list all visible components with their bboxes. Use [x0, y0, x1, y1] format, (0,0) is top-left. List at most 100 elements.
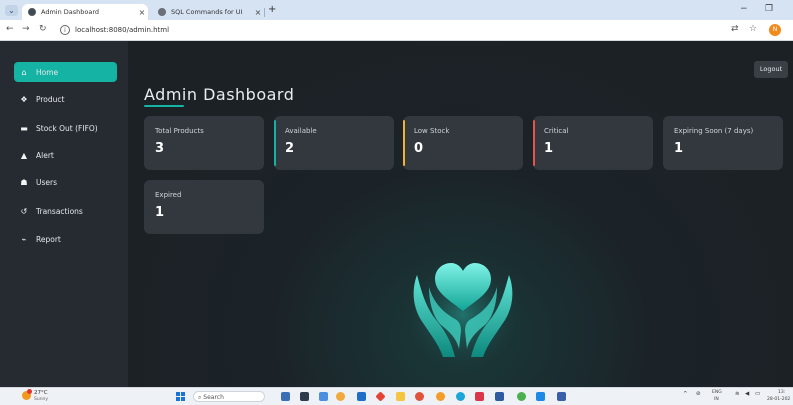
stat-card-low-stock: Low Stock 0: [403, 116, 523, 170]
stat-value: 3: [155, 141, 165, 156]
settings-app-icon[interactable]: [557, 392, 566, 401]
file-explorer-icon[interactable]: [396, 392, 405, 401]
admin-app: ⌂ Home ❖ Product ▬ Stock Out (FIFO) ▲ Al…: [0, 41, 793, 387]
stat-value: 1: [674, 141, 684, 156]
sidebar-item-product[interactable]: ❖ Product: [18, 89, 118, 109]
close-icon[interactable]: ×: [136, 8, 148, 17]
store-icon[interactable]: [357, 392, 366, 401]
sidebar-item-label: Alert: [36, 150, 54, 160]
stat-card-total-products: Total Products 3: [144, 116, 264, 170]
profile-avatar[interactable]: N: [769, 24, 781, 36]
address-bar[interactable]: i localhost:8080/admin.html: [60, 23, 730, 37]
browser-toolbar: ← → ↻ i localhost:8080/admin.html ⇄ ☆ N: [0, 20, 793, 41]
taskbar-search-label: Search: [203, 394, 224, 401]
minimize-icon[interactable]: −: [740, 4, 748, 14]
tab-admin-dashboard[interactable]: Admin Dashboard ×: [22, 4, 148, 20]
stat-card-critical: Critical 1: [533, 116, 653, 170]
weather-temperature: 27°C: [34, 390, 48, 396]
notification-badge: [27, 389, 32, 394]
page-title: Admin Dashboard: [144, 85, 295, 104]
stat-label: Expired: [155, 191, 182, 199]
stat-label: Critical: [544, 127, 569, 135]
language-bottom[interactable]: IN: [714, 397, 719, 402]
photos-icon[interactable]: [495, 392, 504, 401]
sidebar-item-label: Report: [36, 234, 61, 244]
clock-date[interactable]: 28-01-202: [767, 397, 790, 402]
wifi-icon[interactable]: ≋: [735, 391, 740, 397]
teams-icon[interactable]: [319, 392, 328, 401]
sidebar-item-label: Transactions: [36, 206, 83, 216]
battery-icon[interactable]: ▭: [755, 391, 760, 397]
tab-sql-commands[interactable]: SQL Commands for UI ×: [152, 4, 264, 20]
task-view-icon[interactable]: [300, 392, 309, 401]
site-info-icon[interactable]: i: [60, 25, 70, 35]
new-tab-icon[interactable]: +: [268, 4, 276, 15]
restore-icon[interactable]: ❐: [765, 4, 773, 14]
chevron-up-icon[interactable]: ^: [683, 391, 688, 397]
title-underline: [144, 105, 184, 107]
stat-label: Expiring Soon (7 days): [674, 127, 754, 135]
forward-icon[interactable]: →: [22, 24, 30, 34]
sidebar-item-label: Stock Out (FIFO): [36, 123, 98, 133]
sidebar: ⌂ Home ❖ Product ▬ Stock Out (FIFO) ▲ Al…: [0, 41, 128, 387]
card-accent-bar: [274, 120, 276, 166]
sidebar-item-report[interactable]: ⌁ Report: [18, 229, 118, 249]
stock-out-icon: ▬: [20, 123, 28, 133]
stat-card-expiring-soon: Expiring Soon (7 days) 1: [663, 116, 783, 170]
stat-value: 1: [155, 205, 165, 220]
sidebar-item-stock-out[interactable]: ▬ Stock Out (FIFO): [18, 118, 118, 138]
sidebar-item-label: Product: [36, 94, 65, 104]
translate-icon[interactable]: ⇄: [731, 24, 739, 34]
card-accent-bar: [403, 120, 405, 166]
os-taskbar: 27°C Sunny ⌕ Search ^ ⊘ ENG IN ≋ ◀ ▭ 13:…: [0, 387, 793, 405]
product-icon: ❖: [20, 94, 28, 104]
close-icon[interactable]: ×: [252, 8, 264, 17]
windows-start-icon[interactable]: [176, 392, 185, 401]
logout-button[interactable]: Logout: [754, 61, 788, 78]
language-top[interactable]: ENG: [712, 390, 722, 395]
bookmark-star-icon[interactable]: ☆: [749, 24, 757, 34]
chrome-favicon-icon: [28, 8, 36, 16]
sidebar-item-label: Home: [36, 67, 59, 77]
home-icon: ⌂: [21, 67, 27, 77]
sidebar-item-home[interactable]: ⌂ Home: [14, 62, 117, 82]
history-icon: ↺: [20, 206, 28, 216]
sidebar-item-alert[interactable]: ▲ Alert: [18, 145, 118, 165]
sidebar-item-users[interactable]: ☗ Users: [18, 172, 118, 192]
git-icon[interactable]: [375, 391, 386, 402]
weather-condition: Sunny: [34, 397, 49, 402]
browser-tabstrip: ⌄ Admin Dashboard × SQL Commands for UI …: [0, 0, 793, 20]
url-text: localhost:8080/admin.html: [75, 26, 170, 34]
users-icon: ☗: [20, 177, 28, 187]
volume-icon[interactable]: ◀: [745, 391, 749, 397]
alert-icon: ▲: [20, 150, 28, 160]
sidebar-item-transactions[interactable]: ↺ Transactions: [18, 201, 118, 221]
stat-card-available: Available 2: [274, 116, 394, 170]
main-content: Logout Admin Dashboard Total Products 3 …: [128, 41, 793, 387]
stat-value: 1: [544, 141, 554, 156]
stat-card-expired: Expired 1: [144, 180, 264, 234]
tab-divider: [264, 8, 265, 17]
clock-time[interactable]: 13:: [778, 390, 785, 395]
firefox-icon[interactable]: [436, 392, 445, 401]
stat-label: Total Products: [155, 127, 204, 135]
app-people-icon[interactable]: [281, 392, 290, 401]
browser-app-icon[interactable]: [415, 392, 424, 401]
sidebar-item-label: Users: [36, 177, 58, 187]
taskbar-search[interactable]: ⌕ Search: [193, 391, 265, 402]
tab-title: Admin Dashboard: [41, 8, 100, 16]
report-icon: ⌁: [21, 234, 27, 244]
back-icon[interactable]: ←: [6, 24, 14, 34]
mail-app-icon[interactable]: [475, 392, 484, 401]
reload-icon[interactable]: ↻: [39, 24, 47, 34]
sql-favicon-icon: [158, 8, 166, 16]
tab-search-button[interactable]: ⌄: [5, 5, 18, 16]
vscode-icon[interactable]: [536, 392, 545, 401]
chrome-running-icon[interactable]: [517, 392, 526, 401]
edge-icon[interactable]: [456, 392, 465, 401]
stat-label: Low Stock: [414, 127, 450, 135]
chrome-app-icon[interactable]: [336, 392, 345, 401]
network-off-icon[interactable]: ⊘: [696, 391, 701, 397]
heart-hands-illustration: [403, 249, 523, 365]
stat-value: 2: [285, 141, 295, 156]
